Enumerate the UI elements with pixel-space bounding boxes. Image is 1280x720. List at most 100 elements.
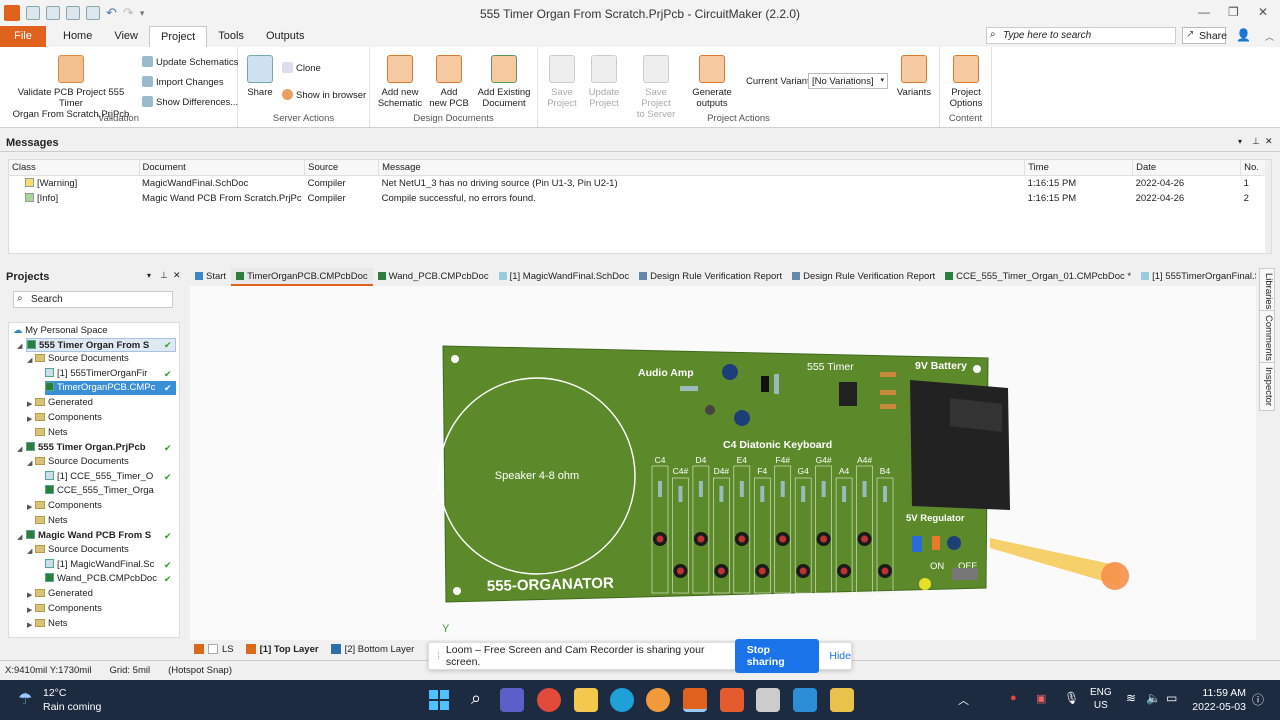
panel-menu-icon[interactable]: ▾ — [1238, 137, 1242, 146]
tab-timer-organ-pcb[interactable]: TimerOrganPCB.CMPcbDoc — [231, 268, 373, 286]
collapse-arrow-icon[interactable]: ◢ — [17, 445, 22, 453]
collapse-arrow-icon[interactable]: ◢ — [27, 459, 32, 467]
tree-item-document[interactable]: [1] CCE_555_Timer_O — [45, 470, 153, 484]
generate-outputs-button[interactable]: Generate outputs — [690, 55, 734, 109]
hide-button[interactable]: Hide — [829, 650, 851, 662]
tree-item-folder[interactable]: Components — [35, 602, 102, 616]
collapse-arrow-icon[interactable]: ◢ — [27, 356, 32, 364]
projects-search-input[interactable]: Search — [13, 291, 173, 308]
current-variant-select[interactable]: [No Variations] ▾ — [808, 73, 888, 89]
app-icon[interactable] — [756, 688, 780, 712]
notification-icon[interactable]: ⓘ — [1252, 691, 1264, 708]
expand-arrow-icon[interactable]: ▶ — [27, 606, 32, 614]
clone-button[interactable]: Clone — [282, 62, 321, 74]
messages-scrollbar[interactable] — [1265, 160, 1271, 253]
language-indicator[interactable]: ENG US — [1090, 686, 1112, 712]
expand-arrow-icon[interactable]: ▶ — [27, 591, 32, 599]
show-differences-button[interactable]: Show Differences... — [142, 96, 238, 108]
layer-tab-bottom[interactable]: [2] Bottom Layer — [327, 642, 419, 657]
col-time[interactable]: Time — [1024, 160, 1134, 176]
expand-arrow-icon[interactable]: ▶ — [27, 503, 32, 511]
import-changes-button[interactable]: Import Changes — [142, 76, 224, 88]
add-existing-document-button[interactable]: Add Existing Document — [476, 55, 532, 109]
microphone-icon[interactable]: 🎙 — [1064, 691, 1079, 705]
restore-icon[interactable]: ❐ — [1228, 5, 1239, 19]
tab-cce-pcb[interactable]: CCE_555_Timer_Organ_01.CMPcbDoc * — [940, 268, 1136, 286]
tab-tools[interactable]: Tools — [207, 26, 255, 47]
pin-icon[interactable]: ⊥ — [1252, 136, 1260, 147]
tab-file[interactable]: File — [0, 26, 46, 47]
drag-handle-icon[interactable]: ⁞ — [437, 650, 440, 662]
edge-icon[interactable] — [610, 688, 634, 712]
tree-item-folder[interactable]: Components — [35, 499, 102, 513]
validate-project-button[interactable]: Validate PCB Project 555 Timer Organ Fro… — [8, 55, 134, 120]
tree-item-document[interactable]: [1] MagicWandFinal.Sc — [45, 558, 154, 572]
search-icon[interactable]: ⌕ — [464, 688, 488, 712]
tab-start[interactable]: Start — [190, 268, 231, 286]
battery-icon[interactable]: ▭ — [1166, 691, 1177, 705]
wifi-icon[interactable]: ≋ — [1126, 691, 1136, 705]
col-document[interactable]: Document — [139, 160, 306, 176]
tab-magic-wand-schematic[interactable]: [1] MagicWandFinal.SchDoc — [494, 268, 635, 286]
tab-project[interactable]: Project — [149, 26, 208, 47]
save-project-button[interactable]: Save Project — [544, 55, 580, 109]
update-project-button[interactable]: Update Project — [586, 55, 622, 109]
col-message[interactable]: Message — [378, 160, 1026, 176]
expand-arrow-icon[interactable]: ▶ — [27, 400, 32, 408]
update-schematics-button[interactable]: Update Schematics — [142, 56, 238, 68]
start-icon[interactable] — [427, 688, 451, 712]
taskbar-clock[interactable]: 11:59 AM 2022-05-03 — [1192, 686, 1246, 714]
side-tab-inspector[interactable]: Inspector — [1259, 362, 1275, 412]
tray-icon[interactable]: ● — [1010, 692, 1017, 704]
expand-arrow-icon[interactable]: ▶ — [27, 621, 32, 629]
search-input[interactable]: Type here to search — [986, 27, 1176, 44]
collapse-arrow-icon[interactable]: ◢ — [27, 547, 32, 555]
stop-sharing-button[interactable]: Stop sharing — [734, 639, 820, 673]
side-tab-libraries[interactable]: Libraries — [1259, 268, 1275, 315]
app-icon[interactable] — [830, 688, 854, 712]
tab-drc-report-2[interactable]: Design Rule Verification Report — [787, 268, 940, 286]
ribbon-collapse-icon[interactable]: ︿ — [1265, 30, 1274, 43]
tree-item-folder[interactable]: Generated — [35, 587, 93, 601]
add-pcb-button[interactable]: Add new PCB — [428, 55, 470, 109]
tray-icon[interactable]: ▣ — [1036, 692, 1046, 705]
tab-outputs[interactable]: Outputs — [255, 26, 316, 47]
tab-home[interactable]: Home — [52, 26, 103, 47]
expand-arrow-icon[interactable]: ▶ — [27, 415, 32, 423]
tree-item-document-selected[interactable]: TimerOrganPCB.CMPc — [45, 381, 176, 395]
volume-icon[interactable]: 🔈 — [1146, 691, 1161, 705]
pcb-3d-canvas[interactable]: Speaker 4-8 ohm 555-ORGANATOR Audio Amp … — [190, 286, 1256, 640]
circuitmaker-icon[interactable] — [683, 688, 707, 712]
close-icon[interactable]: ✕ — [1258, 5, 1268, 19]
tab-drc-report-1[interactable]: Design Rule Verification Report — [634, 268, 787, 286]
add-schematic-button[interactable]: Add new Schematic — [376, 55, 424, 109]
tree-item-folder[interactable]: Components — [35, 411, 102, 425]
tree-item-folder[interactable]: Source Documents — [35, 543, 129, 557]
chrome-icon[interactable] — [537, 688, 561, 712]
teams-icon[interactable] — [500, 688, 524, 712]
tree-item-document[interactable]: CCE_555_Timer_Orga — [45, 484, 154, 498]
col-date[interactable]: Date — [1132, 160, 1242, 176]
col-source[interactable]: Source — [304, 160, 380, 176]
tab-555-schematic[interactable]: [1] 555TimerOrganFinal.SchDoc — [1136, 268, 1256, 286]
close-panel-icon[interactable]: ✕ — [173, 270, 181, 281]
tree-item-project[interactable]: 555 Timer Organ.PrjPcb — [26, 441, 146, 455]
tree-item-project[interactable]: 555 Timer Organ From S — [26, 338, 176, 352]
variants-button[interactable]: Variants — [896, 55, 932, 98]
project-options-button[interactable]: Project Options — [946, 55, 986, 109]
tree-item-folder[interactable]: Source Documents — [35, 455, 129, 469]
tree-item-document[interactable]: Wand_PCB.CMPcbDoc — [45, 572, 157, 586]
tree-item-folder[interactable]: Nets — [35, 426, 68, 440]
pin-icon[interactable]: ⊥ — [160, 270, 168, 281]
minimize-icon[interactable]: — — [1198, 5, 1210, 19]
tree-item-folder[interactable]: Nets — [35, 617, 68, 631]
tree-item-project[interactable]: Magic Wand PCB From S — [26, 529, 151, 543]
panel-menu-icon[interactable]: ▾ — [147, 271, 151, 280]
share-project-button[interactable]: Share — [246, 55, 274, 98]
tree-item-folder[interactable]: Source Documents — [35, 352, 129, 366]
show-in-browser-button[interactable]: Show in browser — [282, 89, 366, 101]
collapse-arrow-icon[interactable]: ◢ — [17, 533, 22, 541]
firefox-icon[interactable] — [646, 688, 670, 712]
tree-item-document[interactable]: [1] 555TimerOrganFir — [45, 367, 147, 381]
layer-tab-top[interactable]: [1] Top Layer — [242, 642, 323, 657]
